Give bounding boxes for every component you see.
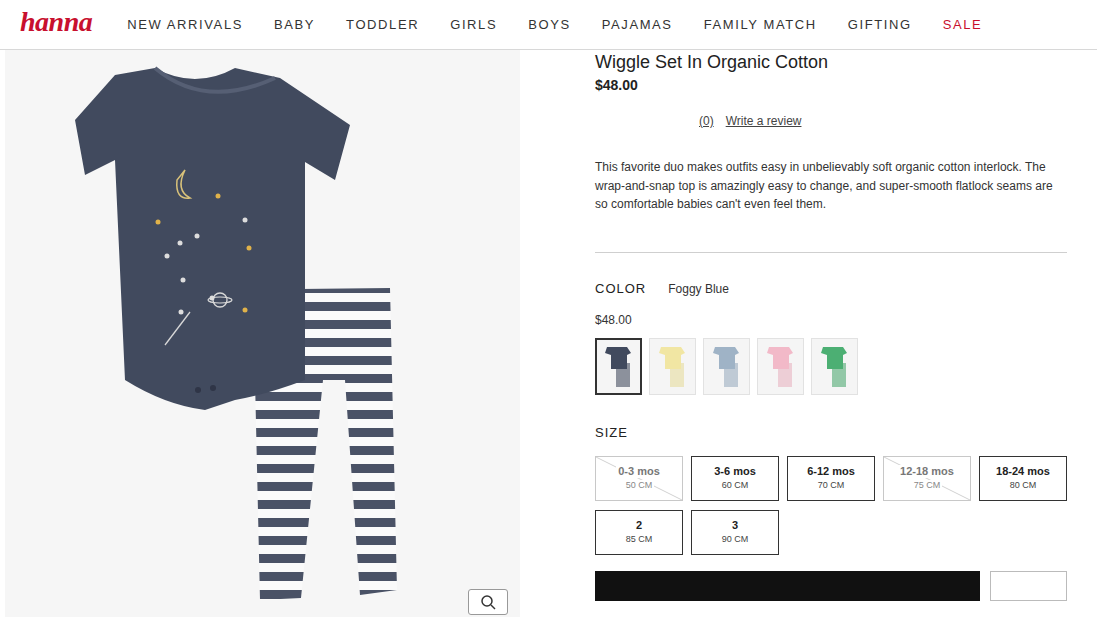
review-row: (0) Write a review: [699, 114, 1067, 128]
product-info: Wiggle Set In Organic Cotton $48.00 (0) Wri…: [595, 50, 1067, 617]
swatch-thumb-icon: [709, 343, 745, 389]
nav-item[interactable]: SALE: [943, 17, 983, 32]
product-description: This favorite duo makes outfits easy in …: [595, 158, 1067, 214]
product-main: Wiggle Set In Organic Cotton $48.00 (0) Wri…: [0, 50, 1097, 617]
swatch-row: [595, 338, 1067, 395]
nav-item[interactable]: TODDLER: [346, 17, 419, 32]
nav-item[interactable]: FAMILY MATCH: [704, 17, 817, 32]
page: hanna NEW ARRIVALS BABY TODDLER GIRLS BOYS PAJ…: [0, 0, 1097, 617]
unavailable-slash-icon: [596, 457, 682, 500]
size-button[interactable]: 12-18 mos75 CM: [883, 456, 971, 501]
size-button[interactable]: 6-12 mos70 CM: [787, 456, 875, 501]
color-swatch[interactable]: [649, 338, 696, 395]
nav-item[interactable]: BOYS: [528, 17, 571, 32]
favorite-button[interactable]: [990, 571, 1067, 601]
color-swatch[interactable]: [757, 338, 804, 395]
product-image-icon: [5, 50, 520, 617]
product-title: Wiggle Set In Organic Cotton: [595, 52, 1067, 72]
size-button[interactable]: 285 CM: [595, 510, 683, 555]
top-nav: hanna NEW ARRIVALS BABY TODDLER GIRLS BOYS PAJ…: [0, 0, 1097, 50]
nav-item[interactable]: GIRLS: [450, 17, 497, 32]
unavailable-slash-icon: [884, 457, 970, 500]
nav-item[interactable]: BABY: [274, 17, 315, 32]
color-swatch[interactable]: [595, 338, 642, 395]
swatch-thumb-icon: [601, 343, 637, 389]
magnifier-icon: [480, 594, 496, 610]
color-swatch[interactable]: [703, 338, 750, 395]
color-value: Foggy Blue: [668, 282, 729, 296]
add-to-bag-button[interactable]: [595, 571, 980, 601]
divider: [595, 252, 1067, 253]
size-button[interactable]: 0-3 mos50 CM: [595, 456, 683, 501]
swatch-thumb-icon: [763, 343, 799, 389]
size-label: SIZE: [595, 425, 628, 440]
color-header: COLOR Foggy Blue: [595, 281, 1067, 296]
swatch-thumb-icon: [817, 343, 853, 389]
nav-item[interactable]: NEW ARRIVALS: [127, 17, 243, 32]
product-price: $48.00: [595, 76, 1067, 94]
action-row: [595, 571, 1067, 601]
color-price: $48.00: [595, 313, 1067, 327]
color-swatch[interactable]: [811, 338, 858, 395]
nav-item[interactable]: PAJAMAS: [602, 17, 673, 32]
size-button[interactable]: 3-6 mos60 CM: [691, 456, 779, 501]
zoom-button[interactable]: [468, 589, 508, 615]
size-header: SIZE: [595, 425, 1067, 440]
swatch-thumb-icon: [655, 343, 691, 389]
size-button[interactable]: 18-24 mos80 CM: [979, 456, 1067, 501]
color-label: COLOR: [595, 281, 646, 296]
size-button[interactable]: 390 CM: [691, 510, 779, 555]
size-grid: 0-3 mos50 CM3-6 mos60 CM6-12 mos70 CM12-…: [595, 456, 1067, 555]
nav-item[interactable]: GIFTING: [848, 17, 912, 32]
write-review-link[interactable]: Write a review: [726, 114, 802, 128]
review-count[interactable]: (0): [699, 114, 714, 128]
product-image: [5, 50, 520, 617]
logo[interactable]: hanna: [20, 8, 92, 42]
